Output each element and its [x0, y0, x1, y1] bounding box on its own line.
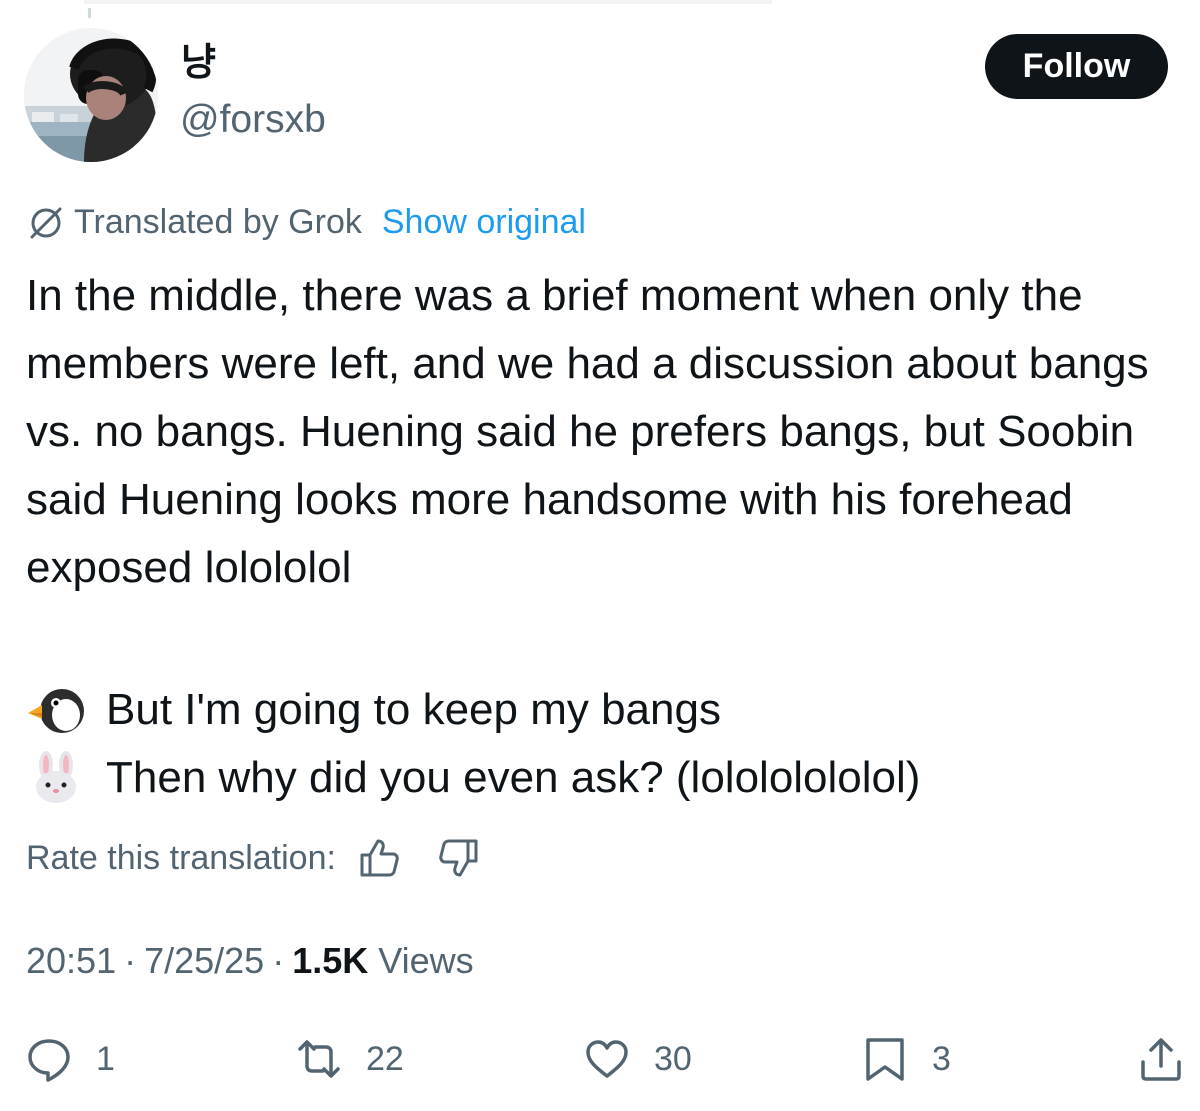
grok-icon [30, 207, 62, 239]
thumbs-down-icon[interactable] [438, 837, 480, 879]
dialogue-line: Then why did you even ask? (lolololololo… [26, 744, 920, 812]
dialogue-line-text: Then why did you even ask? (lolololololo… [106, 753, 921, 802]
tweet-text: In the middle, there was a brief moment … [26, 262, 1186, 602]
bookmark-button[interactable]: 3 [862, 1032, 951, 1086]
dialogue-line-text: But I'm going to keep my bangs [106, 685, 721, 734]
share-icon [1141, 1038, 1181, 1081]
rabbit-emoji-icon [36, 751, 76, 803]
follow-button[interactable]: Follow [985, 34, 1168, 99]
repost-button[interactable]: 22 [296, 1032, 404, 1086]
like-button[interactable]: 30 [584, 1032, 692, 1086]
bookmark-count: 3 [932, 1039, 951, 1078]
top-tick [88, 8, 91, 18]
avatar[interactable] [24, 28, 158, 162]
reply-button[interactable]: 1 [26, 1032, 115, 1086]
thumbs-up-icon[interactable] [358, 837, 400, 879]
tweet-time[interactable]: 20:51 [26, 940, 116, 982]
tweet-dialogue: But I'm going to keep my bangs Then why … [26, 676, 920, 812]
views-label: Views [378, 940, 474, 981]
meta-separator: · [124, 940, 137, 981]
avatar-photo-icon [24, 28, 158, 162]
reply-icon [28, 1039, 70, 1082]
bookmark-icon [866, 1038, 904, 1081]
translated-by-label: Translated by Grok [74, 202, 362, 241]
translation-row: Translated by Grok Show original [26, 198, 586, 246]
meta-separator: · [272, 940, 285, 981]
penguin-emoji-icon [28, 689, 84, 733]
reply-count: 1 [96, 1039, 115, 1078]
dialogue-line: But I'm going to keep my bangs [26, 676, 920, 744]
heart-icon [586, 1040, 628, 1078]
display-name[interactable]: 냥 [181, 38, 216, 86]
show-original-link[interactable]: Show original [382, 203, 586, 242]
top-divider [84, 0, 772, 4]
tweet-paragraph: In the middle, there was a brief moment … [26, 271, 1149, 592]
share-button[interactable] [1138, 1032, 1184, 1086]
tweet-date[interactable]: 7/25/25 [144, 940, 264, 982]
repost-count: 22 [366, 1039, 404, 1078]
rate-translation-label: Rate this translation: [26, 838, 336, 877]
tweet-meta: 20:51 · 7/25/25 · 1.5K Views [26, 936, 474, 986]
rate-translation-row: Rate this translation: [26, 833, 480, 883]
user-handle[interactable]: @forsxb [180, 96, 326, 144]
repost-icon [298, 1040, 340, 1078]
views-count: 1.5K [292, 940, 369, 981]
like-count: 30 [654, 1039, 692, 1078]
